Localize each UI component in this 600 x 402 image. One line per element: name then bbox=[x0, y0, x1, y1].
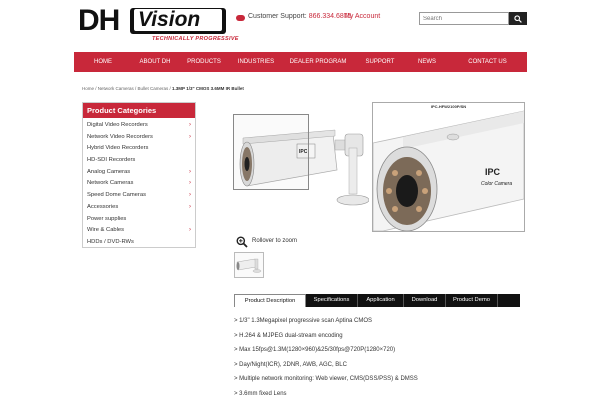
category-label: Hybrid Video Recorders bbox=[87, 145, 149, 152]
sidebar-category-item[interactable]: Wire & Cables › bbox=[87, 225, 193, 237]
sidebar-category-item[interactable]: Hybrid Video Recorders bbox=[87, 143, 193, 155]
zoom-selection-box[interactable] bbox=[233, 114, 309, 190]
feature-item: > H.264 & MJPEG dual-stream encoding bbox=[234, 332, 343, 339]
nav-industries[interactable]: INDUSTRIES bbox=[230, 52, 282, 72]
category-label: Network Cameras bbox=[87, 180, 134, 187]
feature-item: > 3.6mm fixed Lens bbox=[234, 390, 287, 397]
zoom-brand-text: IPC bbox=[485, 167, 501, 177]
feature-item: > Day/Night(ICR), 2DNR, AWB, AGC, BLC bbox=[234, 361, 347, 368]
nav-news[interactable]: NEWS bbox=[406, 52, 448, 72]
phone-icon bbox=[236, 15, 245, 21]
tab-product-demo[interactable]: Product Demo bbox=[446, 294, 498, 307]
sidebar-category-item[interactable]: Speed Dome Cameras › bbox=[87, 190, 193, 202]
my-account-link[interactable]: My Account bbox=[344, 13, 380, 20]
product-features: > 1/3" 1.3Megapixel progressive scan Apt… bbox=[234, 314, 524, 402]
support-label: Customer Support: bbox=[248, 13, 307, 20]
magnifier-icon bbox=[236, 236, 248, 248]
category-label: Power supplies bbox=[87, 215, 127, 222]
breadcrumb-current: 1.3MP 1/3" CMOS 3.6MM IR Bullet bbox=[172, 86, 244, 91]
chevron-right-icon: › bbox=[189, 133, 191, 140]
main-nav: HOME ABOUT DH PRODUCTS INDUSTRIES DEALER… bbox=[74, 52, 527, 72]
zoomed-camera-image: IPC Color Camera bbox=[373, 110, 524, 231]
chevron-right-icon: › bbox=[189, 192, 191, 199]
feature-item: > Multiple network monitoring: Web viewe… bbox=[234, 376, 418, 383]
product-categories-panel: Product Categories Digital Video Recorde… bbox=[82, 102, 196, 248]
rollover-to-zoom-text: Rollover to zoom bbox=[252, 238, 298, 244]
category-label: Accessories bbox=[87, 203, 119, 210]
sidebar-category-item[interactable]: HDDs / DVD-RWs bbox=[87, 237, 193, 249]
product-thumbnail[interactable] bbox=[234, 252, 264, 278]
category-label: HD-SDI Recorders bbox=[87, 157, 136, 164]
nav-contact-us[interactable]: CONTACT US bbox=[448, 52, 527, 72]
product-tabs: Product Description Specifications Appli… bbox=[234, 294, 520, 307]
breadcrumb-path[interactable]: Home / Network Cameras / Bullet Cameras … bbox=[82, 86, 172, 91]
chevron-right-icon: › bbox=[189, 180, 191, 187]
breadcrumb: Home / Network Cameras / Bullet Cameras … bbox=[82, 86, 244, 91]
logo-tagline: TECHNICALLY PROGRESSIVE bbox=[152, 36, 239, 42]
sidebar-category-item[interactable]: Accessories › bbox=[87, 202, 193, 214]
feature-item: > 1/3" 1.3Megapixel progressive scan Apt… bbox=[234, 318, 373, 324]
sidebar-title: Product Categories bbox=[83, 103, 195, 118]
dh-vision-logo[interactable]: DH Vision TECHNICALLY PROGRESSIVE bbox=[78, 4, 238, 43]
chevron-right-icon: › bbox=[189, 122, 191, 128]
chevron-right-icon: › bbox=[189, 227, 191, 234]
sidebar-category-item[interactable]: Network Cameras › bbox=[87, 178, 193, 190]
category-label: HDDs / DVD-RWs bbox=[87, 238, 134, 245]
category-label: Speed Dome Cameras bbox=[87, 192, 146, 199]
logo-dh-text: DH bbox=[78, 4, 120, 37]
logo-vision-text: Vision bbox=[138, 8, 201, 31]
chevron-right-icon: › bbox=[189, 203, 191, 210]
search-icon bbox=[514, 15, 522, 23]
search-button[interactable] bbox=[509, 12, 527, 25]
nav-products[interactable]: PRODUCTS bbox=[178, 52, 230, 72]
customer-support: Customer Support: 866.334.6875 bbox=[248, 13, 352, 20]
category-label: Digital Video Recorders bbox=[87, 122, 148, 128]
sidebar-category-item[interactable]: Analog Cameras › bbox=[87, 167, 193, 179]
chevron-right-icon: › bbox=[189, 168, 191, 175]
nav-dealer-program[interactable]: DEALER PROGRAM bbox=[282, 52, 354, 72]
search-input[interactable] bbox=[419, 12, 509, 25]
nav-support[interactable]: SUPPORT bbox=[354, 52, 406, 72]
category-label: Analog Cameras bbox=[87, 168, 131, 175]
sidebar-category-item[interactable]: Digital Video Recorders › bbox=[87, 120, 193, 132]
thumbnail-camera-image bbox=[236, 258, 262, 273]
feature-item: > Max 15fps@1.3M(1280×960)&25/30fps@720P… bbox=[234, 347, 396, 354]
sidebar-category-item[interactable]: Power supplies bbox=[87, 214, 193, 226]
tab-download[interactable]: Download bbox=[404, 294, 446, 307]
sidebar-category-item[interactable]: Network Video Recorders › bbox=[87, 132, 193, 144]
category-label: Network Video Recorders bbox=[87, 133, 153, 140]
tab-product-description[interactable]: Product Description bbox=[234, 294, 306, 307]
category-list: Digital Video Recorders › Network Video Re… bbox=[87, 120, 193, 249]
sidebar-category-item[interactable]: HD-SDI Recorders bbox=[87, 155, 193, 167]
category-label: Wire & Cables bbox=[87, 227, 125, 234]
zoom-preview: IPC-HFW2100P/SN IPC Color Camera bbox=[372, 102, 525, 232]
nav-home[interactable]: HOME bbox=[74, 52, 132, 72]
zoom-sub-text: Color Camera bbox=[481, 181, 512, 187]
nav-about-dh[interactable]: ABOUT DH bbox=[132, 52, 178, 72]
tab-application[interactable]: Application bbox=[358, 294, 404, 307]
tab-specifications[interactable]: Specifications bbox=[306, 294, 358, 307]
